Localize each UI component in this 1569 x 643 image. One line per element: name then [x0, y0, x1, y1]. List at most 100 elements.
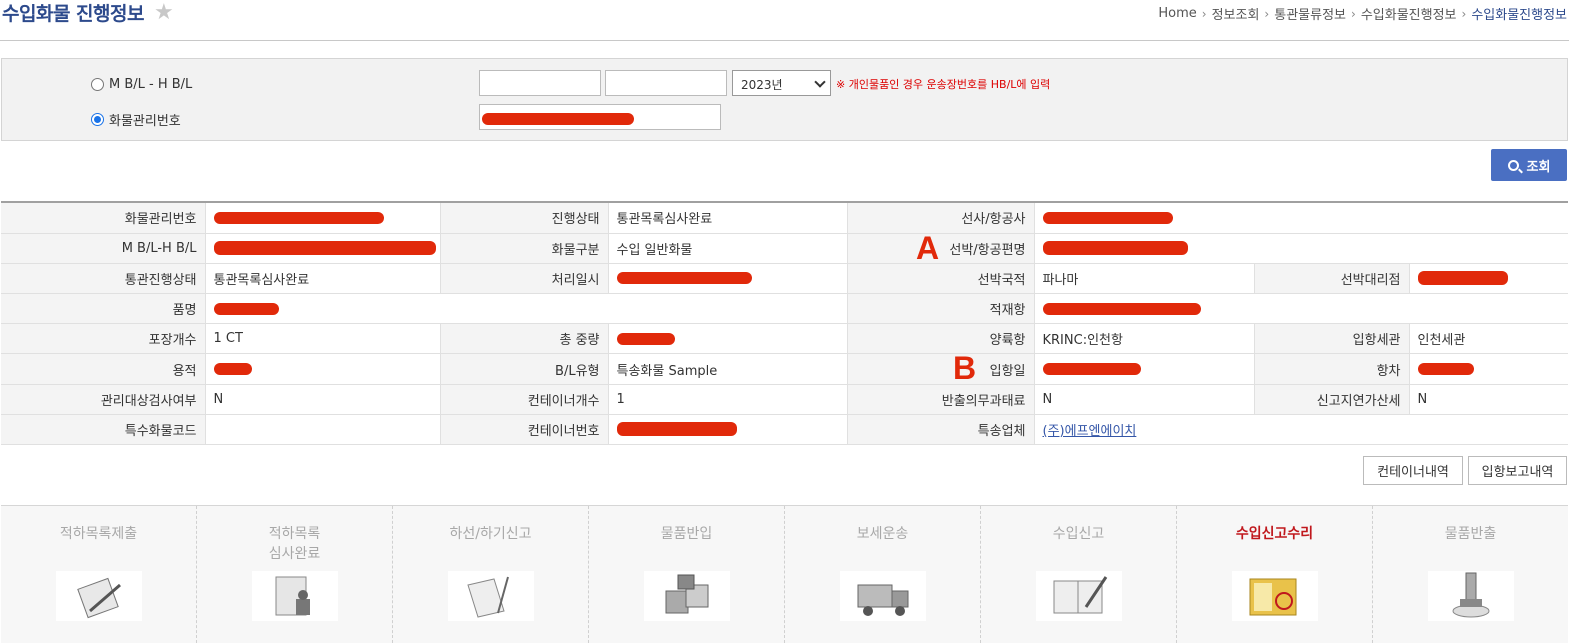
- radio-cargo-no[interactable]: 화물관리번호: [91, 110, 181, 129]
- radio-button[interactable]: [91, 78, 104, 91]
- redaction-mark: [1042, 363, 1141, 376]
- label-export-duty: 반출의무과태료: [847, 384, 1035, 415]
- label-volume: 용적: [1, 353, 206, 385]
- chevron-right-icon: ›: [1264, 6, 1270, 21]
- step-manifest-submit: 적하목록제출: [1, 506, 197, 643]
- redaction-mark: [213, 363, 252, 376]
- search-button[interactable]: 조회: [1491, 149, 1567, 181]
- label-vessel-nationality: 선박국적: [847, 263, 1035, 295]
- value-export-duty: N: [1034, 384, 1255, 415]
- mbl-input[interactable]: [479, 70, 601, 96]
- marker-a: A: [916, 230, 940, 266]
- redaction-mark: [213, 241, 436, 256]
- search-button-label: 조회: [1526, 159, 1551, 175]
- value-bl-type: 특송화물 Sample: [608, 353, 848, 385]
- label-courier: 특송업체: [847, 414, 1035, 446]
- value-inspection-target: N: [205, 384, 441, 415]
- redaction-mark: [1042, 241, 1188, 256]
- search-panel: M B/L - H B/L 화물관리번호 2023년 ※ 개인물품인 경우 운송…: [1, 58, 1568, 141]
- label-container-count: 컨테이너개수: [440, 384, 609, 415]
- truck-icon: [839, 571, 926, 621]
- year-select-value: 2023년: [741, 78, 783, 92]
- label-package-count: 포장개수: [1, 323, 206, 355]
- value-courier: (주)에프엔에이치: [1034, 414, 1569, 446]
- value-progress-status: 통관목록심사완료: [608, 203, 848, 234]
- chevron-right-icon: ›: [1351, 6, 1356, 21]
- chevron-right-icon: ›: [1201, 6, 1207, 21]
- value-vessel-agent: [1409, 263, 1569, 295]
- label-cargo-type: 화물구분: [440, 233, 609, 264]
- step-label: 물품반출: [1444, 526, 1497, 542]
- label-loading-port: 적재항: [847, 293, 1035, 325]
- clipboard-pen-icon: [55, 571, 142, 621]
- value-package-count: 1 CT: [205, 323, 441, 355]
- label-bl-type: B/L유형: [440, 353, 609, 385]
- redaction-mark: [616, 422, 737, 437]
- label-vessel-agent: 선박대리점: [1254, 263, 1410, 295]
- value-clearance-status: 통관목록심사완료: [205, 263, 441, 295]
- redaction-mark: [616, 272, 752, 285]
- redaction-mark: [1042, 211, 1173, 224]
- step-label: 하선/하기신고: [449, 526, 532, 542]
- label-late-report-tax: 신고지연가산세: [1254, 384, 1410, 415]
- breadcrumb-home[interactable]: Home: [1158, 6, 1196, 21]
- breadcrumb-import-cargo[interactable]: 수입화물진행정보: [1361, 4, 1457, 23]
- label-container-no: 컨테이너번호: [440, 414, 609, 446]
- value-mbl-hbl: [205, 233, 441, 264]
- breadcrumb-info-inquiry[interactable]: 정보조회: [1212, 4, 1260, 23]
- container-details-button[interactable]: 컨테이너내역: [1363, 456, 1463, 485]
- year-select[interactable]: 2023년: [732, 70, 831, 96]
- step-label: 적하목록 심사완료: [268, 526, 321, 562]
- document-stamp-icon: [251, 571, 338, 621]
- radio-button-selected[interactable]: [91, 113, 104, 126]
- hbl-input[interactable]: [605, 70, 727, 96]
- step-import-accepted: 수입신고수리: [1177, 506, 1373, 643]
- courier-link[interactable]: (주)에프엔에이치: [1043, 424, 1137, 439]
- open-book-pen-icon: [1035, 571, 1122, 621]
- step-label: 수입신고: [1052, 526, 1105, 542]
- step-bonded-transport: 보세운송: [785, 506, 981, 643]
- value-cargo-no: [205, 203, 441, 234]
- table-row: 포장개수 1 CT 총 중량 양륙항 KRINC:인천항 입항세관 인천세관: [1, 323, 1569, 355]
- step-import-declaration: 수입신고: [981, 506, 1177, 643]
- star-icon[interactable]: ★: [154, 0, 174, 25]
- label-item-name: 품명: [1, 293, 206, 325]
- radio-label: M B/L - H B/L: [109, 77, 193, 92]
- step-unloading-report: 하선/하기신고: [393, 506, 589, 643]
- label-clearance-status: 통관진행상태: [1, 263, 206, 295]
- breadcrumb-customs-logistics[interactable]: 통관물류정보: [1274, 4, 1346, 23]
- label-special-cargo-code: 특수화물코드: [1, 414, 206, 446]
- search-icon: [1507, 159, 1519, 171]
- table-row: 통관진행상태 통관목록심사완료 처리일시 선박국적 파나마 선박대리점: [1, 263, 1569, 295]
- label-inspection-target: 관리대상검사여부: [1, 384, 206, 415]
- marker-b: B: [953, 350, 977, 386]
- value-item-name: [205, 293, 848, 325]
- book-pen-icon: [447, 571, 534, 621]
- redaction-mark: [1042, 302, 1201, 315]
- label-mbl-hbl: M B/L-H B/L: [1, 233, 206, 264]
- value-volume: [205, 353, 441, 385]
- value-entry-customs: 인천세관: [1409, 323, 1569, 355]
- label-arrival-date: 입항일: [847, 353, 1035, 385]
- arrival-report-button[interactable]: 입항보고내역: [1468, 456, 1567, 485]
- breadcrumb-current[interactable]: 수입화물진행정보: [1471, 4, 1567, 23]
- value-processed-at: [608, 263, 848, 295]
- redaction-mark: [482, 113, 634, 125]
- page-header: 수입화물 진행정보 ★ Home › 정보조회 › 통관물류정보 › 수입화물진…: [0, 0, 1569, 41]
- breadcrumb: Home › 정보조회 › 통관물류정보 › 수입화물진행정보 › 수입화물진행…: [1158, 4, 1567, 23]
- label-vessel: 선박/항공편명: [847, 233, 1035, 264]
- cargo-no-input[interactable]: [479, 104, 721, 130]
- label-progress-status: 진행상태: [440, 203, 609, 234]
- value-cargo-type: 수입 일반화물: [608, 233, 848, 264]
- approved-document-icon: [1231, 571, 1318, 621]
- chevron-down-icon: [814, 76, 826, 88]
- step-goods-carry-in: 물품반입: [589, 506, 785, 643]
- label-entry-customs: 입항세관: [1254, 323, 1410, 355]
- table-row: 관리대상검사여부 N 컨테이너개수 1 반출의무과태료 N 신고지연가산세 N: [1, 384, 1569, 415]
- radio-mbl-hbl[interactable]: M B/L - H B/L: [91, 77, 192, 92]
- boxes-icon: [643, 571, 730, 621]
- table-row: 화물관리번호 진행상태 통관목록심사완료 선사/항공사: [1, 203, 1569, 234]
- stamp-icon: [1427, 571, 1514, 621]
- redaction-mark: [1417, 271, 1508, 286]
- redaction-mark: [213, 211, 384, 224]
